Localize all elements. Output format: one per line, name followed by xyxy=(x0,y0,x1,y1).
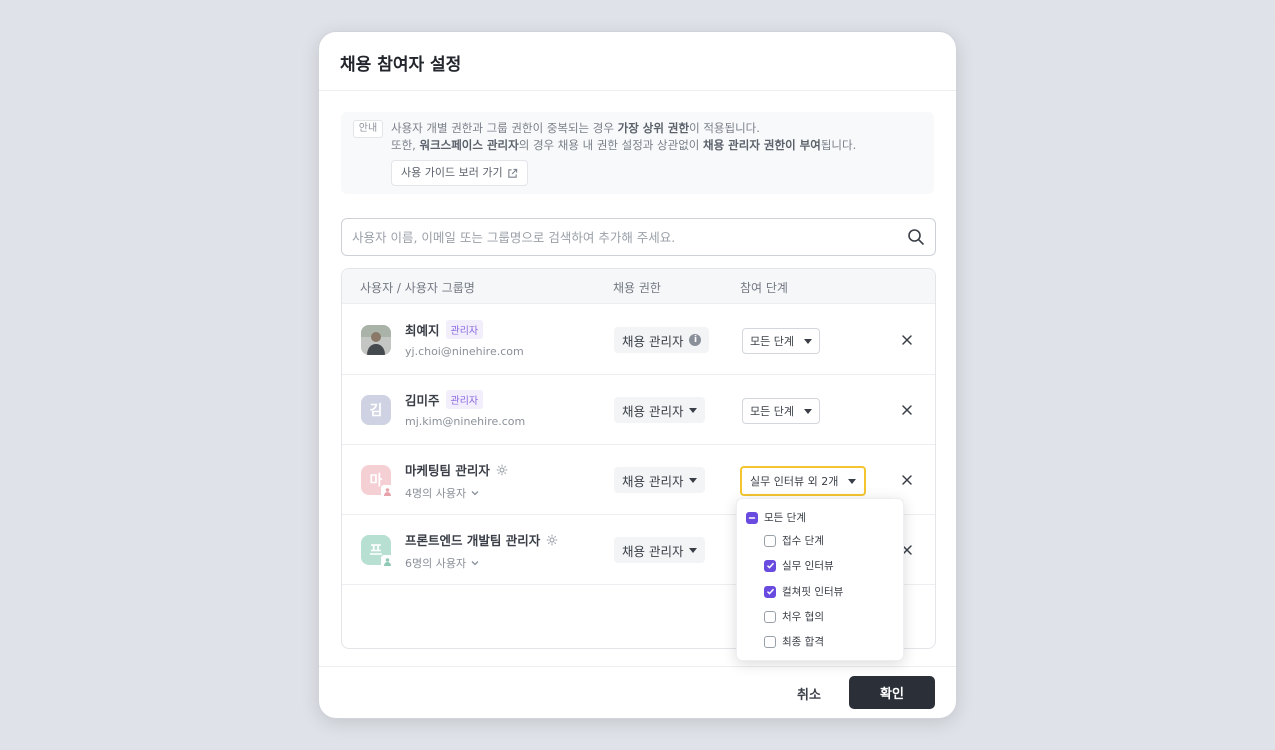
group-member-count[interactable]: 6명의 사용자 xyxy=(405,555,481,571)
notice-emphasis: 가장 상위 권한 xyxy=(617,121,690,135)
option-label: 처우 협의 xyxy=(782,611,824,623)
header-permission: 채용 권한 xyxy=(613,281,661,295)
group-member-count[interactable]: 4명의 사용자 xyxy=(405,485,481,501)
admin-badge: 관리자 xyxy=(445,390,484,409)
caret-down-icon xyxy=(848,478,857,484)
table-row: 김 김미주 관리자 mj.kim@ninehire.com 채용 관리자 모든 단… xyxy=(342,375,935,445)
chevron-down-icon xyxy=(471,491,479,496)
close-icon[interactable] xyxy=(900,403,914,417)
option-label: 컬쳐핏 인터뷰 xyxy=(782,586,844,598)
caret-down-icon xyxy=(689,407,698,413)
avatar: 김 xyxy=(361,395,391,425)
notice-line-2: 또한, 워크스페이스 관리자의 경우 채용 내 권한 설정과 상관없이 채용 관… xyxy=(391,137,856,153)
avatar: 프 xyxy=(361,535,394,568)
avatar xyxy=(361,325,391,355)
option-stage[interactable]: 처우 협의 xyxy=(764,609,824,624)
avatar: 마 xyxy=(361,465,394,498)
gear-icon[interactable] xyxy=(496,464,508,476)
notice-tag: 안내 xyxy=(353,120,383,138)
table-row: 최예지 관리자 yj.choi@ninehire.com 채용 관리자 i 모든 단… xyxy=(342,305,935,375)
permission-text: 채용 관리자 xyxy=(622,543,684,559)
notice-text: 됩니다. xyxy=(820,138,857,152)
user-name-text: 김미주 xyxy=(405,393,440,408)
permission-text: 채용 관리자 xyxy=(622,473,684,489)
notice-emphasis: 워크스페이스 관리자 xyxy=(419,138,519,152)
stage-value: 실무 인터뷰 외 2개 xyxy=(750,475,839,488)
checkbox-checked-icon[interactable] xyxy=(764,585,776,598)
chevron-down-icon xyxy=(471,561,479,566)
notice-line-1: 사용자 개별 권한과 그룹 권한이 중복되는 경우 가장 상위 권한이 적용됩니… xyxy=(391,120,760,136)
option-label: 최종 합격 xyxy=(782,636,824,648)
user-email: mj.kim@ninehire.com xyxy=(405,415,526,428)
checkbox-indeterminate-icon[interactable] xyxy=(746,511,758,524)
user-name: 최예지 관리자 xyxy=(405,320,484,339)
group-name-text: 마케팅팀 관리자 xyxy=(405,463,490,478)
notice-text: 이 적용됩니다. xyxy=(689,121,760,135)
info-icon[interactable]: i xyxy=(689,334,702,346)
notice-text: 또한, xyxy=(391,138,420,152)
option-stage[interactable]: 컬쳐핏 인터뷰 xyxy=(764,584,843,599)
stage-select[interactable]: 모든 단계 xyxy=(742,398,820,424)
user-search-box xyxy=(341,218,936,256)
caret-down-icon xyxy=(689,477,698,483)
checkbox-checked-icon[interactable] xyxy=(764,559,776,572)
permission-select[interactable]: 채용 관리자 xyxy=(614,397,706,423)
option-stage[interactable]: 실무 인터뷰 xyxy=(764,558,834,573)
member-count-text: 4명의 사용자 xyxy=(405,487,467,500)
group-name: 마케팅팀 관리자 xyxy=(405,460,508,479)
notice-box: 안내 사용자 개별 권한과 그룹 권한이 중복되는 경우 가장 상위 권한이 적… xyxy=(341,112,934,194)
checkbox-icon[interactable] xyxy=(764,534,776,547)
modal-title: 채용 참여자 설정 xyxy=(340,55,462,75)
stage-select[interactable]: 모든 단계 xyxy=(742,328,820,354)
caret-down-icon xyxy=(803,338,812,344)
user-email: yj.choi@ninehire.com xyxy=(405,345,524,358)
gear-icon[interactable] xyxy=(546,534,558,546)
modal-header: 채용 참여자 설정 xyxy=(319,32,956,91)
option-label: 실무 인터뷰 xyxy=(782,560,834,572)
admin-badge: 관리자 xyxy=(445,320,484,339)
option-all-stages[interactable]: 모든 단계 xyxy=(746,510,806,525)
stage-select-open[interactable]: 실무 인터뷰 외 2개 xyxy=(740,466,867,496)
user-name-text: 최예지 xyxy=(405,323,440,338)
stage-value: 모든 단계 xyxy=(750,405,794,418)
option-stage[interactable]: 접수 단계 xyxy=(764,533,824,548)
modal-footer: 취소 확인 xyxy=(319,666,956,718)
caret-down-icon xyxy=(803,408,812,414)
checkbox-icon[interactable] xyxy=(764,610,776,623)
group-icon xyxy=(381,555,394,568)
header-stage: 참여 단계 xyxy=(740,281,788,295)
option-label: 접수 단계 xyxy=(782,535,824,547)
user-name: 김미주 관리자 xyxy=(405,390,484,409)
search-icon[interactable] xyxy=(907,228,925,246)
user-search-input[interactable] xyxy=(352,227,892,247)
option-label: 모든 단계 xyxy=(764,512,806,524)
confirm-button[interactable]: 확인 xyxy=(849,676,935,709)
permission-label: 채용 관리자 i xyxy=(614,327,710,353)
group-name-text: 프론트엔드 개발팀 관리자 xyxy=(405,533,541,548)
group-name: 프론트엔드 개발팀 관리자 xyxy=(405,530,558,549)
close-icon[interactable] xyxy=(900,473,914,487)
checkbox-icon[interactable] xyxy=(764,635,776,648)
notice-text: 의 경우 채용 내 권한 설정과 상관없이 xyxy=(518,138,704,152)
caret-down-icon xyxy=(689,547,698,553)
member-count-text: 6명의 사용자 xyxy=(405,557,467,570)
external-link-icon xyxy=(507,168,517,178)
stage-dropdown-menu: 모든 단계 접수 단계 실무 인터뷰 컬쳐핏 인터뷰 처우 협의 최종 합격 xyxy=(736,498,904,661)
group-icon xyxy=(381,485,394,498)
close-icon[interactable] xyxy=(900,333,914,347)
table-header: 사용자 / 사용자 그룹명 채용 권한 참여 단계 xyxy=(342,269,935,304)
user-guide-button[interactable]: 사용 가이드 보러 가기 xyxy=(391,160,528,186)
permission-select[interactable]: 채용 관리자 xyxy=(614,467,706,493)
option-stage[interactable]: 최종 합격 xyxy=(764,634,824,649)
cancel-button[interactable]: 취소 xyxy=(797,679,821,707)
user-guide-label: 사용 가이드 보러 가기 xyxy=(401,166,503,179)
stage-value: 모든 단계 xyxy=(750,335,794,348)
permission-text: 채용 관리자 xyxy=(622,403,684,419)
permission-text: 채용 관리자 xyxy=(622,333,684,349)
user-photo-icon xyxy=(361,325,391,355)
permission-select[interactable]: 채용 관리자 xyxy=(614,537,706,563)
notice-emphasis: 채용 관리자 권한이 부여 xyxy=(703,138,821,152)
notice-text: 사용자 개별 권한과 그룹 권한이 중복되는 경우 xyxy=(391,121,618,135)
header-user: 사용자 / 사용자 그룹명 xyxy=(360,281,475,295)
